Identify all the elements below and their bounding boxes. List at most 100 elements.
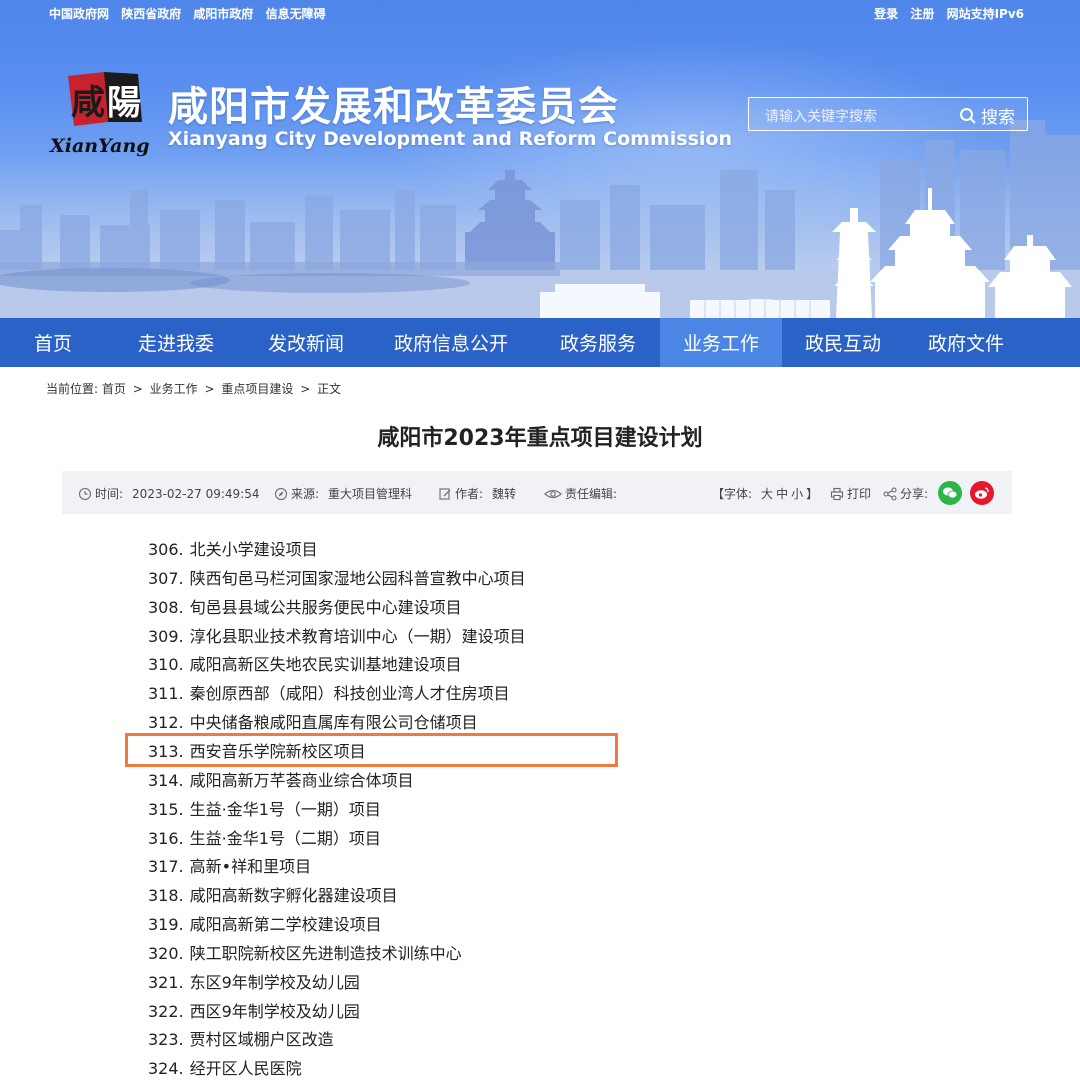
breadcrumb-separator: > xyxy=(300,382,311,396)
eye-icon xyxy=(544,489,562,498)
nav-item-services[interactable]: 政务服务 xyxy=(536,318,660,367)
list-item: 322. 西区9年制学校及幼儿园 xyxy=(148,998,360,1022)
meta-source-label: 来源: xyxy=(291,487,320,501)
breadcrumb-separator: > xyxy=(204,382,215,396)
list-item-text: 中央储备粮咸阳直属库有限公司仓储项目 xyxy=(189,713,478,733)
login-link[interactable]: 登录 xyxy=(874,7,898,21)
breadcrumb-prefix: 当前位置: xyxy=(46,382,99,396)
top-link-shaanxi[interactable]: 陕西省政府 xyxy=(121,7,181,21)
list-item-text: 咸阳高新数字孵化器建设项目 xyxy=(189,886,398,906)
printer-icon xyxy=(830,487,844,500)
list-item: 311. 秦创原西部（咸阳）科技创业湾人才住房项目 xyxy=(148,680,510,704)
list-item-number: 319. xyxy=(148,915,184,935)
list-item-text: 咸阳高新区失地农民实训基地建设项目 xyxy=(189,655,462,675)
meta-editor-label: 责任编辑: xyxy=(565,487,618,501)
list-item-number: 310. xyxy=(148,655,184,675)
list-item: 320. 陕工职院新校区先进制造技术训练中心 xyxy=(148,940,462,964)
breadcrumb-business[interactable]: 业务工作 xyxy=(150,382,198,396)
weibo-icon xyxy=(975,487,989,499)
font-size-control: 【字体: 大 中 小 】 xyxy=(712,485,818,502)
list-item: 307. 陕西旬邑马栏河国家湿地公园科普宣教中心项目 xyxy=(148,565,526,589)
compass-icon xyxy=(274,487,288,500)
logo-graphic: 咸 陽 XianYang xyxy=(49,72,150,157)
list-item-number: 322. xyxy=(148,1001,184,1021)
site-subtitle: Xianyang City Development and Reform Com… xyxy=(168,128,732,150)
list-item-number: 323. xyxy=(148,1030,184,1050)
font-size-large[interactable]: 大 xyxy=(761,485,773,502)
ipv6-link[interactable]: 网站支持IPv6 xyxy=(947,7,1024,21)
list-item: 315. 生益·金华1号（一期）项目 xyxy=(148,796,381,820)
top-links-left: 中国政府网 陕西省政府 咸阳市政府 信息无障碍 xyxy=(49,5,334,22)
meta-author-label: 作者: xyxy=(455,487,484,501)
meta-time-value: 2023-02-27 09:49:54 xyxy=(132,486,260,501)
list-item: 323. 贾村区域棚户区改造 xyxy=(148,1026,334,1050)
nav-item-news[interactable]: 发改新闻 xyxy=(246,318,366,367)
list-item: 314. 咸阳高新万芊荟商业综合体项目 xyxy=(148,767,414,791)
font-size-close: 】 xyxy=(806,487,819,501)
list-item: 317. 高新•祥和里项目 xyxy=(148,853,311,877)
list-item-text: 东区9年制学校及幼儿园 xyxy=(189,972,360,992)
nav-item-home[interactable]: 首页 xyxy=(0,318,106,367)
breadcrumb-current: 正文 xyxy=(317,382,342,396)
nav-item-documents[interactable]: 政府文件 xyxy=(904,318,1028,367)
list-item: 321. 东区9年制学校及幼儿园 xyxy=(148,969,360,993)
list-item: 316. 生益·金华1号（二期）项目 xyxy=(148,825,381,849)
list-item-number: 315. xyxy=(148,799,184,819)
list-item-number: 309. xyxy=(148,626,184,646)
list-item-number: 316. xyxy=(148,828,184,848)
breadcrumb-home[interactable]: 首页 xyxy=(102,382,126,396)
list-item-text: 陕工职院新校区先进制造技术训练中心 xyxy=(189,943,462,963)
search-button-label: 搜索 xyxy=(981,108,1015,128)
article-title: 咸阳市2023年重点项目建设计划 xyxy=(377,426,703,451)
city-skyline-illustration xyxy=(0,120,1080,318)
search-icon xyxy=(960,107,976,124)
list-item-text: 旬邑县县域公共服务便民中心建设项目 xyxy=(189,597,462,617)
list-item-number: 324. xyxy=(148,1059,184,1079)
list-item-number: 318. xyxy=(148,886,184,906)
list-item-number: 317. xyxy=(148,857,184,877)
breadcrumb-key-projects[interactable]: 重点项目建设 xyxy=(221,382,293,396)
weibo-share-button[interactable] xyxy=(970,481,994,505)
list-item: 324. 经开区人民医院 xyxy=(148,1055,302,1079)
list-item-number: 307. xyxy=(148,568,184,588)
meta-author-value: 魏转 xyxy=(492,487,517,501)
list-item-text: 生益·金华1号（一期）项目 xyxy=(189,799,381,819)
list-item-text: 高新•祥和里项目 xyxy=(189,857,312,877)
register-link[interactable]: 注册 xyxy=(910,7,934,21)
search-box: 请输入关键字搜索 搜索 xyxy=(748,97,1028,131)
font-size-small[interactable]: 小 xyxy=(791,485,803,502)
share-icon xyxy=(883,486,897,501)
search-input[interactable]: 请输入关键字搜索 xyxy=(765,106,877,126)
logo-latin: XianYang xyxy=(49,135,150,157)
share-label: 分享: xyxy=(900,487,929,501)
font-size-medium[interactable]: 中 xyxy=(776,485,788,502)
meta-time: 时间: 2023-02-27 09:49:54 xyxy=(78,485,260,502)
list-item-text: 淳化县职业技术教育培训中心（一期）建设项目 xyxy=(189,626,526,646)
list-item: 318. 咸阳高新数字孵化器建设项目 xyxy=(148,882,398,906)
site-logo[interactable]: 咸 陽 XianYang xyxy=(46,68,161,163)
top-link-gov-cn[interactable]: 中国政府网 xyxy=(49,7,109,21)
list-item-text: 陕西旬邑马栏河国家湿地公园科普宣教中心项目 xyxy=(189,568,526,588)
nav-item-business[interactable]: 业务工作 xyxy=(660,318,782,367)
nav-item-disclosure[interactable]: 政府信息公开 xyxy=(366,318,536,367)
nav-item-about[interactable]: 走进我委 xyxy=(106,318,246,367)
wechat-share-button[interactable] xyxy=(938,481,962,505)
logo-char-1: 咸 xyxy=(71,83,105,123)
list-item: 306. 北关小学建设项目 xyxy=(148,536,318,560)
top-links-right: 登录 注册 网站支持IPv6 xyxy=(866,5,1024,22)
breadcrumb: 当前位置: 首页 > 业务工作 > 重点项目建设 > 正文 xyxy=(46,380,341,397)
list-item-number: 311. xyxy=(148,684,184,704)
site-title: 咸阳市发展和改革委员会 xyxy=(168,84,619,130)
top-link-xianyang[interactable]: 咸阳市政府 xyxy=(193,7,253,21)
list-item: 309. 淳化县职业技术教育培训中心（一期）建设项目 xyxy=(148,623,526,647)
list-item-text: 生益·金华1号（二期）项目 xyxy=(189,828,381,848)
nav-item-interaction[interactable]: 政民互动 xyxy=(782,318,904,367)
meta-author: 作者: 魏转 xyxy=(438,485,516,502)
print-button[interactable]: 打印 xyxy=(830,485,871,502)
list-item-number: 306. xyxy=(148,540,184,559)
share-control: 分享: xyxy=(883,485,928,502)
print-label: 打印 xyxy=(847,487,872,501)
top-link-accessibility[interactable]: 信息无障碍 xyxy=(266,7,326,21)
search-button[interactable]: 搜索 xyxy=(959,103,1015,128)
list-item-number: 314. xyxy=(148,770,184,790)
